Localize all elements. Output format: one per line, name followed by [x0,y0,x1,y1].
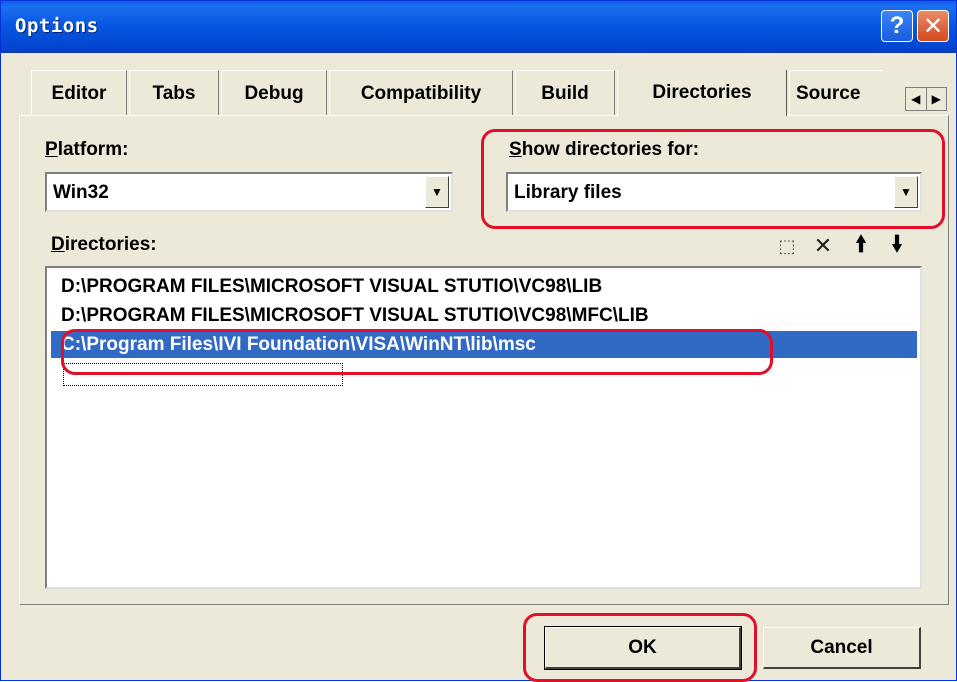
tab-label: Source [796,82,861,104]
tab-label: Debug [244,82,304,104]
tab-label: Compatibility [360,82,482,104]
tab-debug[interactable]: Debug [221,70,327,116]
tab-label: Editor [51,82,107,104]
list-item-selected[interactable]: C:\Program Files\IVI Foundation\VISA\Win… [51,331,917,358]
tab-source[interactable]: Source [789,70,883,116]
show-directories-select[interactable]: Library files ▼ [506,172,922,212]
cancel-label: Cancel [810,636,873,658]
tab-scroll-buttons: ◀ ▶ [905,87,947,111]
tab-label: Directories [652,81,752,103]
chevron-down-icon[interactable]: ▼ [425,176,449,208]
tab-compatibility[interactable]: Compatibility [329,70,513,116]
platform-value: Win32 [53,182,109,203]
delete-icon[interactable]: ✕ [809,232,837,260]
platform-label: Platform: [45,139,129,160]
tab-label: Tabs [152,82,196,104]
tab-label: Build [541,82,589,104]
chevron-right-icon[interactable]: ▶ [927,88,947,110]
options-dialog: Options ? ✕ Editor Tabs Debug Compatibil… [0,0,957,682]
tab-tabs[interactable]: Tabs [129,70,219,116]
list-item[interactable]: D:\PROGRAM FILES\MICROSOFT VISUAL STUTIO… [61,276,602,298]
tab-strip: Editor Tabs Debug Compatibility Build Di… [31,70,883,116]
help-button[interactable]: ? [881,10,913,42]
arrow-up-icon[interactable]: 🠙 [847,231,875,260]
show-directories-label: Show directories for: [509,139,700,160]
tab-directories[interactable]: Directories [617,70,787,116]
directory-toolbar: ⬚ ✕ 🠙 🠛 [773,231,923,260]
list-item[interactable]: D:\PROGRAM FILES\MICROSOFT VISUAL STUTIO… [61,305,649,327]
window-title: Options [15,15,99,37]
tab-build[interactable]: Build [515,70,615,116]
directories-label: Directories: [51,234,157,255]
arrow-down-icon[interactable]: 🠛 [883,231,911,260]
platform-select[interactable]: Win32 ▼ [45,172,453,212]
directories-list[interactable]: D:\PROGRAM FILES\MICROSOFT VISUAL STUTIO… [45,266,922,589]
tab-editor[interactable]: Editor [31,70,127,116]
close-button[interactable]: ✕ [917,10,949,42]
close-icon: ✕ [922,12,944,40]
help-icon: ? [889,12,905,39]
cancel-button[interactable]: Cancel [763,627,921,669]
new-entry-slot[interactable] [63,363,343,386]
new-folder-icon[interactable]: ⬚ [773,232,801,260]
ok-button[interactable]: OK [544,626,742,670]
title-bar[interactable]: Options ? ✕ [1,1,956,53]
chevron-down-icon[interactable]: ▼ [894,176,918,208]
show-directories-value: Library files [514,182,622,203]
ok-label: OK [628,636,657,658]
chevron-left-icon[interactable]: ◀ [906,88,927,110]
